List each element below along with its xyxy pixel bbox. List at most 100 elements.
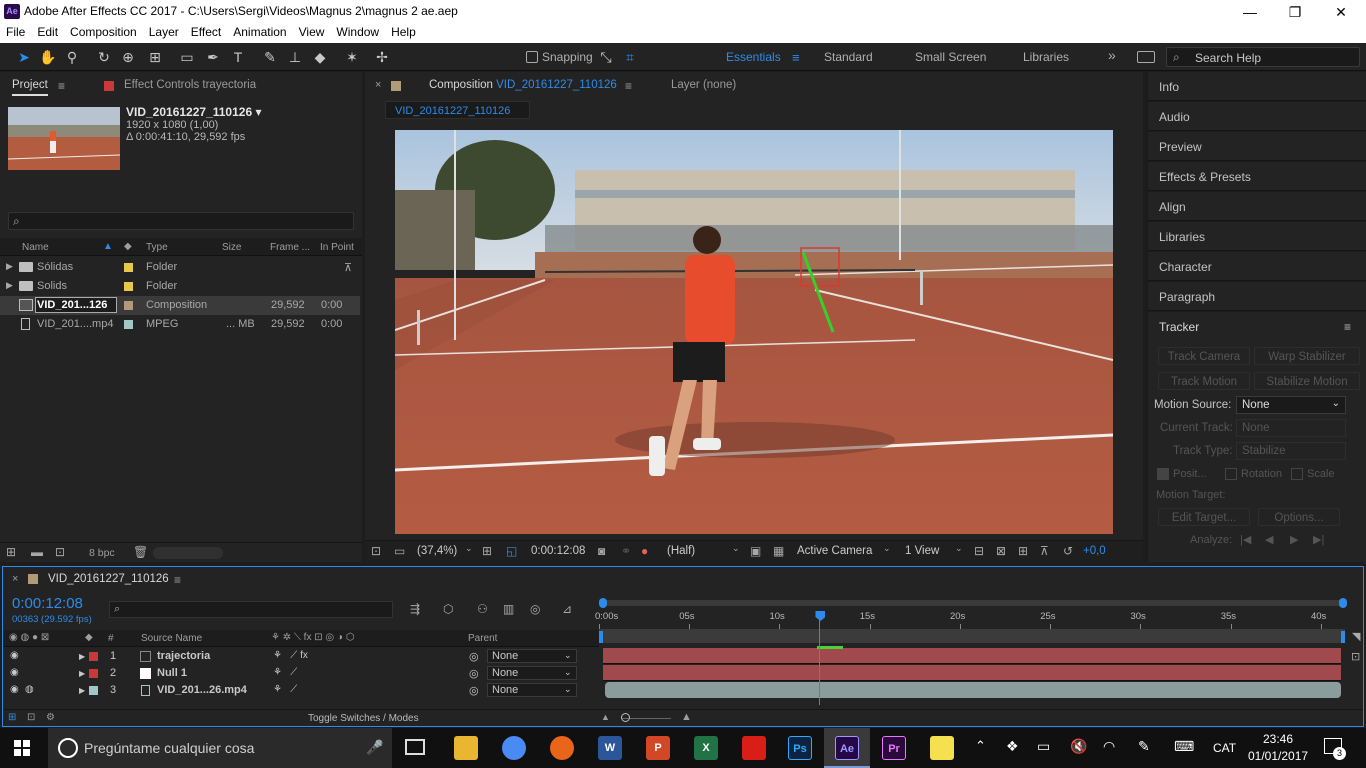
flowchart-icon[interactable]: ⊼ (344, 261, 352, 274)
expand-arrow-icon[interactable]: ▶ (79, 686, 85, 695)
visibility-eye-icon[interactable]: ◉ (10, 684, 19, 695)
layer-switches[interactable]: ⚘ ⟋ (273, 684, 297, 695)
always-preview-icon[interactable]: ⊡ (371, 544, 381, 558)
puppet-pin-tool-icon[interactable]: ✢ (372, 47, 392, 67)
panel-menu-icon[interactable]: ≡ (1344, 320, 1351, 334)
toggle-transparency-icon[interactable]: ▦ (773, 544, 784, 558)
col-size[interactable]: Size (222, 242, 241, 253)
type-tool-icon[interactable]: T (228, 47, 248, 67)
snap-options-icon[interactable]: ⤡ (596, 47, 616, 67)
label-color-swatch[interactable] (124, 263, 133, 272)
panel-menu-icon[interactable]: ≡ (58, 79, 65, 93)
layer-label-swatch[interactable] (89, 669, 98, 678)
workspace-standard[interactable]: Standard (824, 50, 873, 64)
transfer-controls-pane-icon[interactable]: ⊡ (27, 712, 35, 723)
menu-animation[interactable]: Animation (227, 23, 292, 43)
character-panel-tab[interactable]: Character (1148, 252, 1366, 281)
creative-cloud-app-icon[interactable] (742, 736, 766, 760)
project-search-box[interactable]: ⌕ (8, 212, 354, 230)
roto-brush-tool-icon[interactable]: ✶ (342, 47, 362, 67)
audio-panel-tab[interactable]: Audio (1148, 102, 1366, 131)
zoom-slider-thumb[interactable] (621, 713, 630, 722)
more-workspaces-button[interactable]: » (1108, 47, 1116, 63)
snapshot-camera-icon[interactable]: ◙ (598, 544, 605, 558)
graph-editor-icon[interactable]: ⊿ (562, 602, 572, 616)
menu-edit[interactable]: Edit (31, 23, 64, 43)
volume-muted-icon[interactable]: 🔇 (1070, 738, 1087, 755)
rotation-tool-icon[interactable]: ↻ (94, 47, 114, 67)
hand-tool-icon[interactable]: ✋ (38, 47, 58, 67)
col-layer-number[interactable]: # (108, 633, 114, 644)
excel-app-icon[interactable]: X (694, 736, 718, 760)
project-row[interactable]: ▶ Solids Folder (0, 277, 360, 296)
photoshop-app-icon[interactable]: Ps (788, 736, 812, 760)
work-area-bar[interactable] (599, 600, 1345, 606)
layer-name[interactable]: trajectoria (157, 650, 210, 662)
exposure-value[interactable]: +0,0 (1083, 545, 1106, 557)
expand-arrow-icon[interactable]: ▶ (6, 280, 13, 291)
timeline-icon[interactable]: ⊞ (1018, 544, 1028, 558)
col-parent[interactable]: Parent (468, 633, 497, 644)
analyze-next-icon[interactable]: ▶| (1313, 533, 1324, 546)
workspace-small-screen[interactable]: Small Screen (915, 50, 986, 64)
playhead-handle-icon[interactable] (815, 611, 826, 621)
align-panel-tab[interactable]: Align (1148, 192, 1366, 221)
project-row[interactable]: ▶ Sólidas Folder ⊼ (0, 258, 360, 277)
in-marker[interactable] (599, 631, 603, 643)
chevron-down-icon[interactable]: ⌄ (465, 543, 473, 554)
label-color-swatch[interactable] (124, 320, 133, 329)
resolution-dropdown[interactable]: (Half) (667, 545, 695, 557)
fit-icon[interactable]: ⊠ (996, 544, 1006, 558)
snapping-checkbox[interactable] (526, 51, 538, 63)
help-search-input[interactable]: Search Help (1195, 51, 1261, 65)
comp-mini-flowchart-icon[interactable]: ⇶ (410, 602, 420, 616)
pickwhip-icon[interactable]: ◎ (469, 650, 479, 663)
col-type[interactable]: Type (146, 242, 168, 253)
motion-source-dropdown[interactable]: None ⌄ (1236, 396, 1346, 414)
workspace-essentials[interactable]: Essentials (726, 50, 781, 64)
project-item-name[interactable]: VID_20161227_110126 ▾ (126, 105, 261, 119)
stabilize-motion-button[interactable]: Stabilize Motion (1254, 372, 1360, 390)
wifi-icon[interactable]: ◠ (1103, 738, 1115, 755)
snap-target-icon[interactable]: ⌗ (620, 47, 640, 67)
input-language[interactable]: CAT (1213, 741, 1236, 755)
show-hidden-icons-chevron-icon[interactable]: ⌃ (975, 738, 986, 754)
col-source-name[interactable]: Source Name (141, 633, 202, 644)
magnification-dropdown[interactable]: (37,4%) (417, 545, 457, 557)
selection-tool-icon[interactable]: ➤ (14, 47, 34, 67)
brush-tool-icon[interactable]: ✎ (260, 47, 280, 67)
taskbar-time[interactable]: 23:46 (1263, 732, 1293, 746)
chrome-app-icon[interactable] (502, 736, 526, 760)
preview-panel-tab[interactable]: Preview (1148, 132, 1366, 161)
menu-window[interactable]: Window (330, 23, 385, 43)
warp-stabilizer-button[interactable]: Warp Stabilizer (1254, 347, 1360, 365)
layer-3-bar[interactable] (605, 682, 1341, 698)
monitor-icon[interactable]: ▭ (394, 544, 405, 558)
new-folder-icon[interactable]: ▬ (31, 545, 43, 559)
fast-previews-icon[interactable]: ▣ (750, 544, 761, 558)
show-snapshot-icon[interactable]: ⚭ (621, 544, 631, 558)
rotation-checkbox[interactable] (1225, 468, 1237, 480)
chevron-down-icon[interactable]: ⌄ (732, 543, 740, 554)
project-row-selected[interactable]: VID_201...126 Composition 29,592 0:00 (0, 296, 360, 315)
motion-blur-icon[interactable]: ◎ (530, 602, 540, 616)
comp-button-icon[interactable]: ⊡ (1351, 650, 1360, 663)
close-button[interactable]: ✕ (1321, 2, 1361, 22)
label-tag-icon[interactable]: ◆ (85, 632, 93, 643)
info-panel-tab[interactable]: Info (1148, 72, 1366, 101)
pickwhip-icon[interactable]: ◎ (469, 667, 479, 680)
eraser-tool-icon[interactable]: ◆ (310, 47, 330, 67)
workspace-libraries[interactable]: Libraries (1023, 50, 1069, 64)
taskbar-date[interactable]: 01/01/2017 (1248, 749, 1308, 763)
dropbox-icon[interactable]: ❖ (1006, 738, 1019, 755)
camera-tool-icon[interactable]: ⊕ (118, 47, 138, 67)
bit-depth-button[interactable]: 8 bpc (89, 547, 115, 559)
after-effects-app-icon[interactable]: Ae (835, 736, 859, 760)
analyze-back-icon[interactable]: |◀ (1240, 533, 1251, 546)
track-camera-button[interactable]: Track Camera (1158, 347, 1250, 365)
panel-menu-icon[interactable]: ≡ (625, 79, 632, 93)
analyze-backward-icon[interactable]: ◀ (1265, 533, 1273, 546)
in-out-pane-icon[interactable]: ⚙ (46, 712, 55, 723)
out-marker[interactable] (1341, 631, 1345, 643)
composition-viewer[interactable] (395, 130, 1113, 534)
